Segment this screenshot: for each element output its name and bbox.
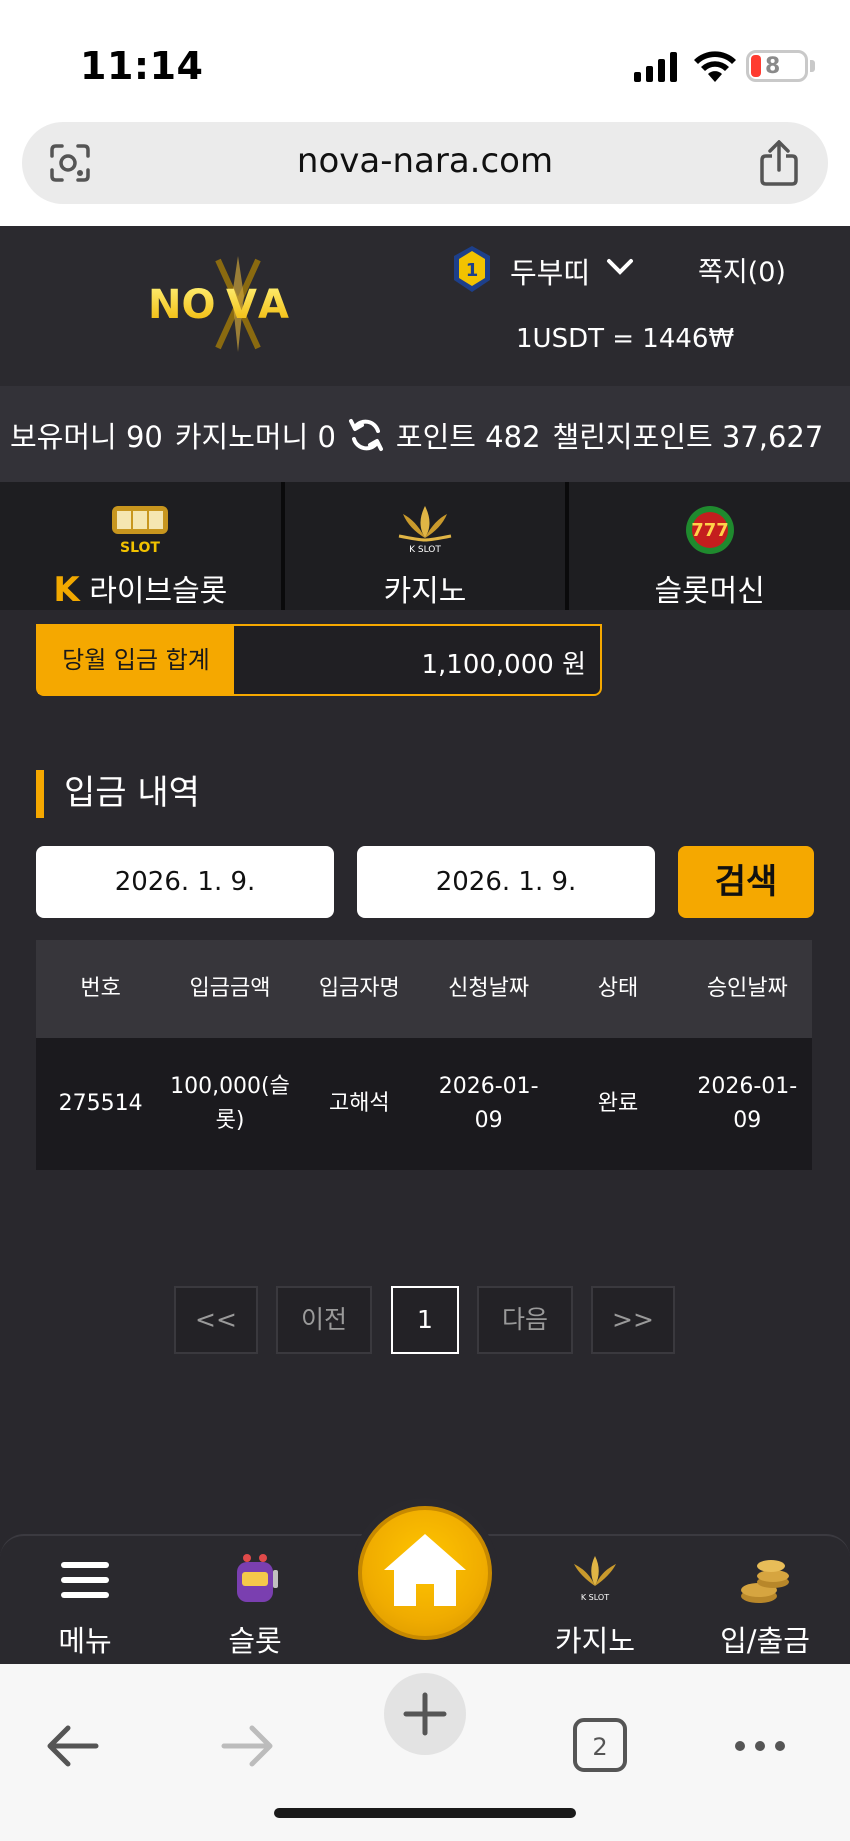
casino-money-balance: 카지노머니 0: [174, 420, 336, 454]
tab-switcher-icon[interactable]: 2: [572, 1716, 628, 1776]
live-slot-icon: SLOT: [112, 506, 169, 556]
page-title: 입금 내역: [36, 770, 200, 818]
table-header: 번호 입금금액 입금자명 신청날짜 상태 승인날짜: [36, 940, 812, 1038]
nav-label: 카지노: [554, 1624, 636, 1658]
column-header: 상태: [597, 976, 639, 1001]
svg-text:SLOT: SLOT: [120, 540, 160, 556]
svg-text:1: 1: [466, 260, 479, 281]
cellular-signal-icon: [634, 52, 677, 82]
svg-text:777: 777: [691, 520, 729, 541]
column-header: 신청날짜: [448, 976, 530, 1001]
column-header: 번호: [80, 976, 121, 1001]
svg-text:K SLOT: K SLOT: [409, 545, 441, 555]
battery-level: 8: [765, 54, 781, 79]
table-cell: 2026-01-09: [697, 1074, 798, 1133]
tab-label: 라이브슬롯: [89, 574, 228, 609]
svg-text:2: 2: [592, 1733, 607, 1761]
tab-label: 카지노: [383, 574, 467, 609]
column-header: 입금자명: [318, 976, 400, 1001]
site-content: NO V A 1 두부띠 쪽지(0) 1USDT = 1446₩ 보유머니 90…: [0, 226, 850, 1664]
home-icon: [384, 1534, 466, 1606]
svg-text:K SLOT: K SLOT: [581, 1593, 609, 1602]
nav-label: 메뉴: [58, 1624, 112, 1658]
pagination: << 이전 1 다음 >>: [0, 1286, 850, 1354]
svg-text:NO: NO: [148, 282, 215, 328]
column-header: 승인날짜: [706, 976, 788, 1001]
tab-slot-machine[interactable]: 777 슬롯머신: [569, 482, 850, 610]
table-row[interactable]: 275514 100,000(슬롯) 고해석 2026-01-09 완료 202…: [36, 1038, 812, 1170]
url-text[interactable]: nova-nara.com: [22, 141, 828, 181]
more-options-icon[interactable]: [730, 1716, 790, 1776]
search-button[interactable]: 검색: [678, 846, 814, 918]
game-category-tabs: SLOT K 라이브슬롯 K SLOT 카지노 777 슬롯머신: [0, 482, 850, 610]
refresh-icon[interactable]: [348, 417, 384, 453]
summary-value: 1,100,000 원: [421, 650, 586, 680]
chevron-down-icon[interactable]: [606, 258, 634, 276]
username[interactable]: 두부띠: [510, 250, 590, 292]
new-tab-icon[interactable]: [384, 1673, 466, 1755]
nav-menu[interactable]: 메뉴: [10, 1536, 160, 1666]
date-to-input[interactable]: 2026. 1. 9.: [357, 846, 655, 918]
777-slots-icon: 777: [685, 506, 734, 554]
k-slot-lotus-icon: K SLOT: [398, 506, 452, 555]
home-indicator: [274, 1808, 576, 1818]
address-bar[interactable]: nova-nara.com: [22, 122, 828, 204]
site-header: NO V A 1 두부띠 쪽지(0) 1USDT = 1446₩: [0, 226, 850, 386]
last-page-button[interactable]: >>: [591, 1286, 675, 1354]
deposit-history-table: 번호 입금금액 입금자명 신청날짜 상태 승인날짜 275514 100,000…: [36, 940, 812, 1170]
level-badge-icon: 1: [454, 246, 490, 292]
forward-arrow-icon[interactable]: [220, 1716, 276, 1776]
column-header: 입금금액: [189, 976, 271, 1001]
tab-live-slot[interactable]: SLOT K 라이브슬롯: [0, 482, 285, 610]
tab-label: 슬롯머신: [654, 574, 765, 609]
next-page-button[interactable]: 다음: [477, 1286, 573, 1354]
nav-slot[interactable]: 슬롯: [180, 1536, 330, 1666]
table-cell: 완료: [597, 1091, 639, 1116]
hamburger-menu-icon: [61, 1562, 109, 1598]
svg-text:A: A: [258, 282, 289, 328]
exchange-rate: 1USDT = 1446₩: [516, 324, 735, 354]
nav-label: 입/출금: [720, 1624, 810, 1658]
first-page-button[interactable]: <<: [174, 1286, 258, 1354]
home-button[interactable]: [358, 1506, 492, 1640]
tab-casino[interactable]: K SLOT 카지노: [284, 482, 570, 610]
nav-label: 슬롯: [228, 1624, 282, 1658]
coins-icon: [741, 1560, 789, 1603]
challenge-points-balance: 챌린지포인트 37,627: [552, 420, 824, 454]
balance-bar: 보유머니 90 카지노머니 0 포인트 482 챌린지포인트 37,627: [0, 386, 850, 482]
table-cell: 2026-01-09: [438, 1074, 539, 1133]
clock: 11:14: [80, 44, 204, 88]
svg-text:V: V: [226, 282, 257, 328]
nav-casino[interactable]: K SLOT 카지노: [520, 1536, 670, 1666]
k-slot-lotus-icon: K SLOT: [574, 1556, 616, 1602]
nav-deposit-withdraw[interactable]: 입/출금: [690, 1536, 840, 1666]
share-icon[interactable]: [758, 140, 800, 186]
back-arrow-icon[interactable]: [44, 1716, 100, 1776]
table-cell: 275514: [58, 1091, 143, 1116]
table-cell: 고해석: [328, 1091, 390, 1116]
money-balance: 보유머니 90: [10, 420, 163, 454]
monthly-deposit-summary: 당월 입금 합계 1,100,000 원: [36, 624, 602, 696]
wifi-icon: [694, 51, 736, 82]
battery-icon: 8: [746, 50, 808, 82]
prev-page-button[interactable]: 이전: [276, 1286, 372, 1354]
summary-label: 당월 입금 합계: [38, 626, 234, 694]
messages-link[interactable]: 쪽지(0): [698, 250, 786, 289]
nova-logo[interactable]: NO V A: [148, 256, 328, 352]
slot-machine-icon: [237, 1554, 278, 1602]
date-from-input[interactable]: 2026. 1. 9.: [36, 846, 334, 918]
table-cell: 100,000(슬롯): [170, 1074, 290, 1133]
status-bar: 11:14 8: [0, 0, 850, 120]
points-balance: 포인트 482: [395, 420, 541, 454]
page-button-current[interactable]: 1: [391, 1286, 459, 1354]
